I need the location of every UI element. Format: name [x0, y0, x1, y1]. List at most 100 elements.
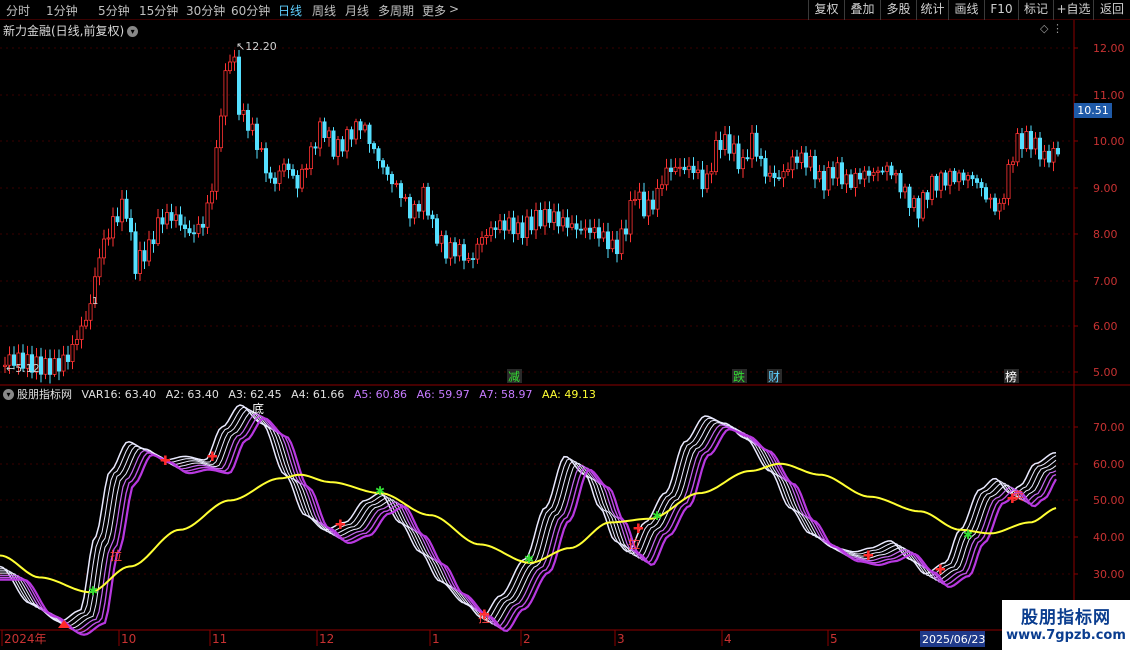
candle-body — [57, 358, 62, 372]
event-marker: 榜 — [1005, 369, 1017, 384]
candle-body — [61, 354, 66, 372]
candle-body — [1051, 148, 1056, 163]
candle-body — [102, 238, 107, 259]
candle-body — [943, 172, 948, 186]
candle-body — [398, 183, 403, 199]
candle-body — [97, 257, 102, 278]
candle-body — [565, 217, 570, 228]
x-axis-labels: 2024年 10 11 12 1 2 3 4 5 2025/06/23 — [1, 630, 985, 647]
candle-body — [466, 258, 471, 261]
candle-body — [516, 222, 521, 235]
candle-body — [862, 170, 867, 180]
candle-body — [434, 218, 439, 244]
candle-body — [804, 152, 809, 168]
candle-body — [245, 109, 250, 131]
candle-body — [934, 175, 939, 191]
y-tick-label: 10.00 — [1093, 135, 1125, 148]
chevron-down-icon[interactable]: ▾ — [3, 389, 14, 400]
candle-body — [48, 358, 53, 375]
candle-body — [754, 132, 759, 157]
y-tick-label: 70.00 — [1093, 421, 1125, 434]
y-tick-label: 50.00 — [1093, 494, 1125, 507]
candle-body — [948, 170, 953, 186]
oscillator-line — [0, 417, 1057, 636]
candle-body — [155, 217, 160, 245]
candle-body — [421, 186, 426, 212]
candle-body — [443, 235, 448, 259]
oscillator-line — [0, 411, 1057, 629]
candle-body — [362, 124, 367, 131]
candle-body — [574, 223, 579, 230]
candle-body — [835, 162, 840, 179]
oscillator-line — [0, 404, 1057, 623]
legend-aa: AA: 49.13 — [542, 388, 596, 401]
candle-body — [223, 70, 228, 117]
candle-body — [394, 183, 399, 185]
candle-body — [128, 217, 133, 233]
green-signal-icon: ✱ — [963, 528, 973, 542]
candle-body — [236, 56, 241, 115]
candle-body — [813, 156, 818, 180]
candle-body — [191, 232, 196, 235]
candle-body — [763, 158, 768, 177]
legend-a4: A4: 61.66 — [291, 388, 345, 401]
candle-body — [1002, 198, 1007, 204]
candle-body — [340, 139, 345, 152]
candle-body — [1033, 137, 1038, 150]
candle-body — [250, 123, 255, 131]
candle-body — [651, 199, 656, 210]
candle-body — [646, 199, 651, 217]
candle-body — [448, 242, 453, 259]
candle-body — [984, 187, 989, 200]
red-signal-icon: ✚ — [335, 518, 346, 533]
candle-body — [160, 217, 165, 225]
candle-body — [808, 156, 813, 168]
candle-body — [741, 157, 746, 170]
signal-label: 底 — [252, 401, 264, 416]
candle-body — [898, 173, 903, 193]
candle-body — [380, 160, 385, 168]
marker-label: 1 — [92, 296, 98, 307]
candle-body — [416, 203, 421, 212]
candle-body — [547, 209, 552, 223]
candle-body — [272, 177, 277, 184]
candle-body — [799, 152, 804, 163]
x-tick-label: 12 — [319, 632, 334, 646]
signal-label: 卖 — [1012, 489, 1024, 503]
candle-body — [299, 168, 304, 189]
candle-body — [889, 165, 894, 176]
candle-body — [772, 172, 777, 179]
candle-body — [525, 216, 530, 239]
candle-body — [673, 166, 678, 172]
candle-body — [205, 202, 210, 228]
candle-body — [43, 358, 48, 375]
candle-body — [182, 224, 187, 230]
candle-body — [254, 123, 259, 150]
legend-a6: A6: 59.97 — [416, 388, 470, 401]
candle-body — [817, 171, 822, 180]
candle-body — [610, 239, 615, 250]
candle-body — [479, 237, 484, 245]
candle-body — [322, 121, 327, 138]
candle-body — [214, 147, 219, 192]
watermark-logo: 股朋指标网 www.7gpzb.com — [1002, 600, 1130, 650]
candle-body — [520, 222, 525, 239]
candle-body — [556, 211, 561, 227]
candle-body — [795, 156, 800, 163]
legend-a3: A3: 62.45 — [228, 388, 282, 401]
candle-body — [286, 163, 291, 170]
candle-body — [1011, 161, 1016, 165]
red-signal-icon: ✚ — [207, 450, 218, 465]
candle-body — [1006, 164, 1011, 199]
candle-body — [389, 174, 394, 185]
legend-a2: A2: 63.40 — [165, 388, 219, 401]
candle-body — [412, 203, 417, 219]
candle-body — [169, 212, 174, 221]
candle-body — [579, 228, 584, 231]
candle-body — [583, 227, 588, 231]
candle-body — [425, 186, 430, 216]
candle-body — [790, 156, 795, 171]
candle-body — [691, 165, 696, 173]
candle-body — [1042, 150, 1047, 160]
candle-body — [633, 199, 638, 201]
